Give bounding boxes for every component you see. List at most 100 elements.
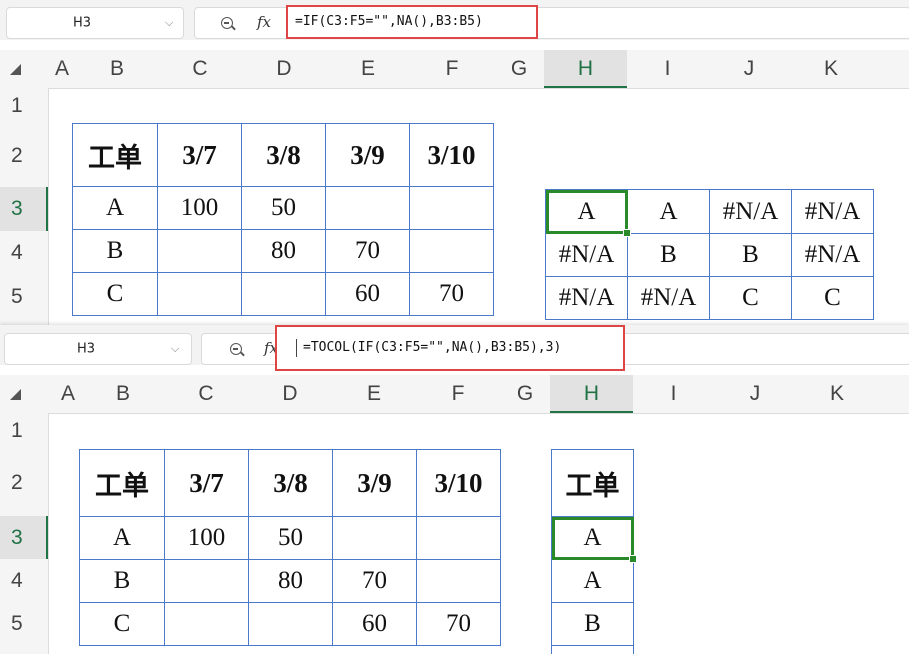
column-header-i[interactable]: I — [627, 50, 708, 88]
chevron-down-icon[interactable]: ⌵ — [165, 16, 173, 30]
table-cell[interactable]: A — [80, 517, 165, 560]
table-cell[interactable] — [410, 187, 494, 230]
fx-icon[interactable]: fx — [257, 13, 271, 31]
table-cell[interactable]: C — [792, 277, 874, 320]
table-cell[interactable]: B — [628, 234, 710, 277]
table-cell[interactable]: #N/A — [628, 277, 710, 320]
table-cell[interactable]: 70 — [417, 603, 501, 646]
column-header-i[interactable]: I — [633, 375, 714, 413]
table-cell[interactable] — [249, 603, 333, 646]
column-header-f[interactable]: F — [410, 50, 494, 88]
table-cell[interactable] — [242, 273, 326, 316]
column-header-f[interactable]: F — [416, 375, 500, 413]
column-header-d[interactable]: D — [242, 50, 326, 88]
table-cell[interactable]: 100 — [158, 187, 242, 230]
row-header-4[interactable]: 4 — [0, 559, 48, 602]
formula-text[interactable]: =TOCOL(IF(C3:F5="",NA(),B3:B5),3) — [303, 340, 561, 355]
row-header-5[interactable]: 5 — [0, 602, 48, 645]
column-header-e[interactable]: E — [326, 50, 410, 88]
row-header-2[interactable]: 2 — [0, 124, 48, 187]
table-cell[interactable]: #N/A — [546, 277, 628, 320]
column-header-g[interactable]: G — [500, 375, 550, 413]
active-cell[interactable]: A — [552, 517, 637, 563]
table-cell[interactable]: B — [710, 234, 792, 277]
table-cell[interactable]: A — [628, 190, 710, 234]
row-header-4[interactable]: 4 — [0, 231, 48, 275]
row-header-2[interactable]: 2 — [0, 449, 48, 516]
table-cell[interactable]: A — [552, 560, 634, 603]
table-cell[interactable]: 3/8 — [242, 124, 326, 187]
table-cell[interactable]: #N/A — [792, 190, 874, 234]
column-header-c[interactable]: C — [164, 375, 248, 413]
zoom-icon[interactable] — [221, 17, 233, 29]
table-cell[interactable] — [326, 187, 410, 230]
column-header-k[interactable]: K — [790, 50, 872, 88]
table-cell[interactable]: 3/10 — [417, 450, 501, 517]
table-cell[interactable]: 80 — [249, 560, 333, 603]
table-cell[interactable]: 3/7 — [165, 450, 249, 517]
chevron-down-icon[interactable]: ⌵ — [171, 342, 179, 356]
table-cell[interactable]: B — [80, 560, 165, 603]
row-header-1[interactable]: 1 — [0, 413, 48, 449]
table-cell[interactable]: 60 — [326, 273, 410, 316]
table-cell[interactable]: 50 — [242, 187, 326, 230]
table-cell[interactable] — [158, 230, 242, 273]
column-header-a[interactable]: A — [58, 375, 78, 413]
select-all-corner-icon[interactable] — [10, 389, 21, 400]
table-cell[interactable]: 70 — [333, 560, 417, 603]
name-box[interactable]: H3 ⌵ — [4, 333, 192, 365]
table-cell[interactable]: B — [552, 603, 634, 646]
table-cell[interactable]: #N/A — [792, 234, 874, 277]
column-header-b[interactable]: B — [76, 50, 158, 88]
table-cell[interactable]: 工单 — [73, 124, 158, 187]
column-header-e[interactable]: E — [332, 375, 416, 413]
row-header-3[interactable]: 3 — [0, 516, 48, 559]
table-cell[interactable] — [333, 517, 417, 560]
row-header-5[interactable]: 5 — [0, 275, 48, 319]
table-cell[interactable]: 3/10 — [410, 124, 494, 187]
column-header-d[interactable]: D — [248, 375, 332, 413]
table-cell[interactable]: 60 — [333, 603, 417, 646]
table-cell[interactable]: B — [73, 230, 158, 273]
column-header-b[interactable]: B — [82, 375, 164, 413]
table-cell[interactable] — [552, 646, 634, 654]
table-cell[interactable]: 工单 — [80, 450, 165, 517]
table-cell[interactable]: #N/A — [710, 190, 792, 234]
table-cell[interactable]: C — [73, 273, 158, 316]
column-header-h[interactable]: H — [550, 375, 633, 413]
active-cell[interactable]: A — [546, 190, 631, 237]
column-header-a[interactable]: A — [52, 50, 72, 88]
table-cell[interactable]: 3/9 — [333, 450, 417, 517]
table-cell[interactable]: C — [80, 603, 165, 646]
table-cell[interactable]: 50 — [249, 517, 333, 560]
row-header-1[interactable]: 1 — [0, 88, 48, 124]
table-cell[interactable]: #N/A — [546, 234, 628, 277]
table-cell[interactable]: 70 — [326, 230, 410, 273]
table-cell[interactable]: 3/9 — [326, 124, 410, 187]
table-cell[interactable] — [410, 230, 494, 273]
row-header-3[interactable]: 3 — [0, 187, 48, 231]
table-cell[interactable]: 3/7 — [158, 124, 242, 187]
table-cell[interactable]: C — [710, 277, 792, 320]
zoom-icon[interactable] — [230, 343, 242, 355]
column-header-h[interactable]: H — [544, 50, 627, 88]
name-box[interactable]: H3 ⌵ — [6, 7, 184, 39]
table-cell[interactable]: 3/8 — [249, 450, 333, 517]
select-all-corner-icon[interactable] — [10, 64, 21, 75]
table-cell[interactable]: 100 — [165, 517, 249, 560]
table-cell[interactable] — [417, 560, 501, 603]
table-cell[interactable] — [165, 603, 249, 646]
formula-text[interactable]: =IF(C3:F5="",NA(),B3:B5) — [295, 14, 483, 29]
table-cell[interactable] — [165, 560, 249, 603]
table-cell[interactable]: 80 — [242, 230, 326, 273]
table-cell[interactable]: A — [73, 187, 158, 230]
column-header-j[interactable]: J — [708, 50, 790, 88]
table-cell[interactable] — [158, 273, 242, 316]
table-cell[interactable] — [417, 517, 501, 560]
table-cell[interactable]: 70 — [410, 273, 494, 316]
column-header-j[interactable]: J — [714, 375, 796, 413]
column-header-k[interactable]: K — [796, 375, 878, 413]
table-cell[interactable]: 工单 — [552, 450, 634, 517]
column-header-c[interactable]: C — [158, 50, 242, 88]
column-header-g[interactable]: G — [494, 50, 544, 88]
